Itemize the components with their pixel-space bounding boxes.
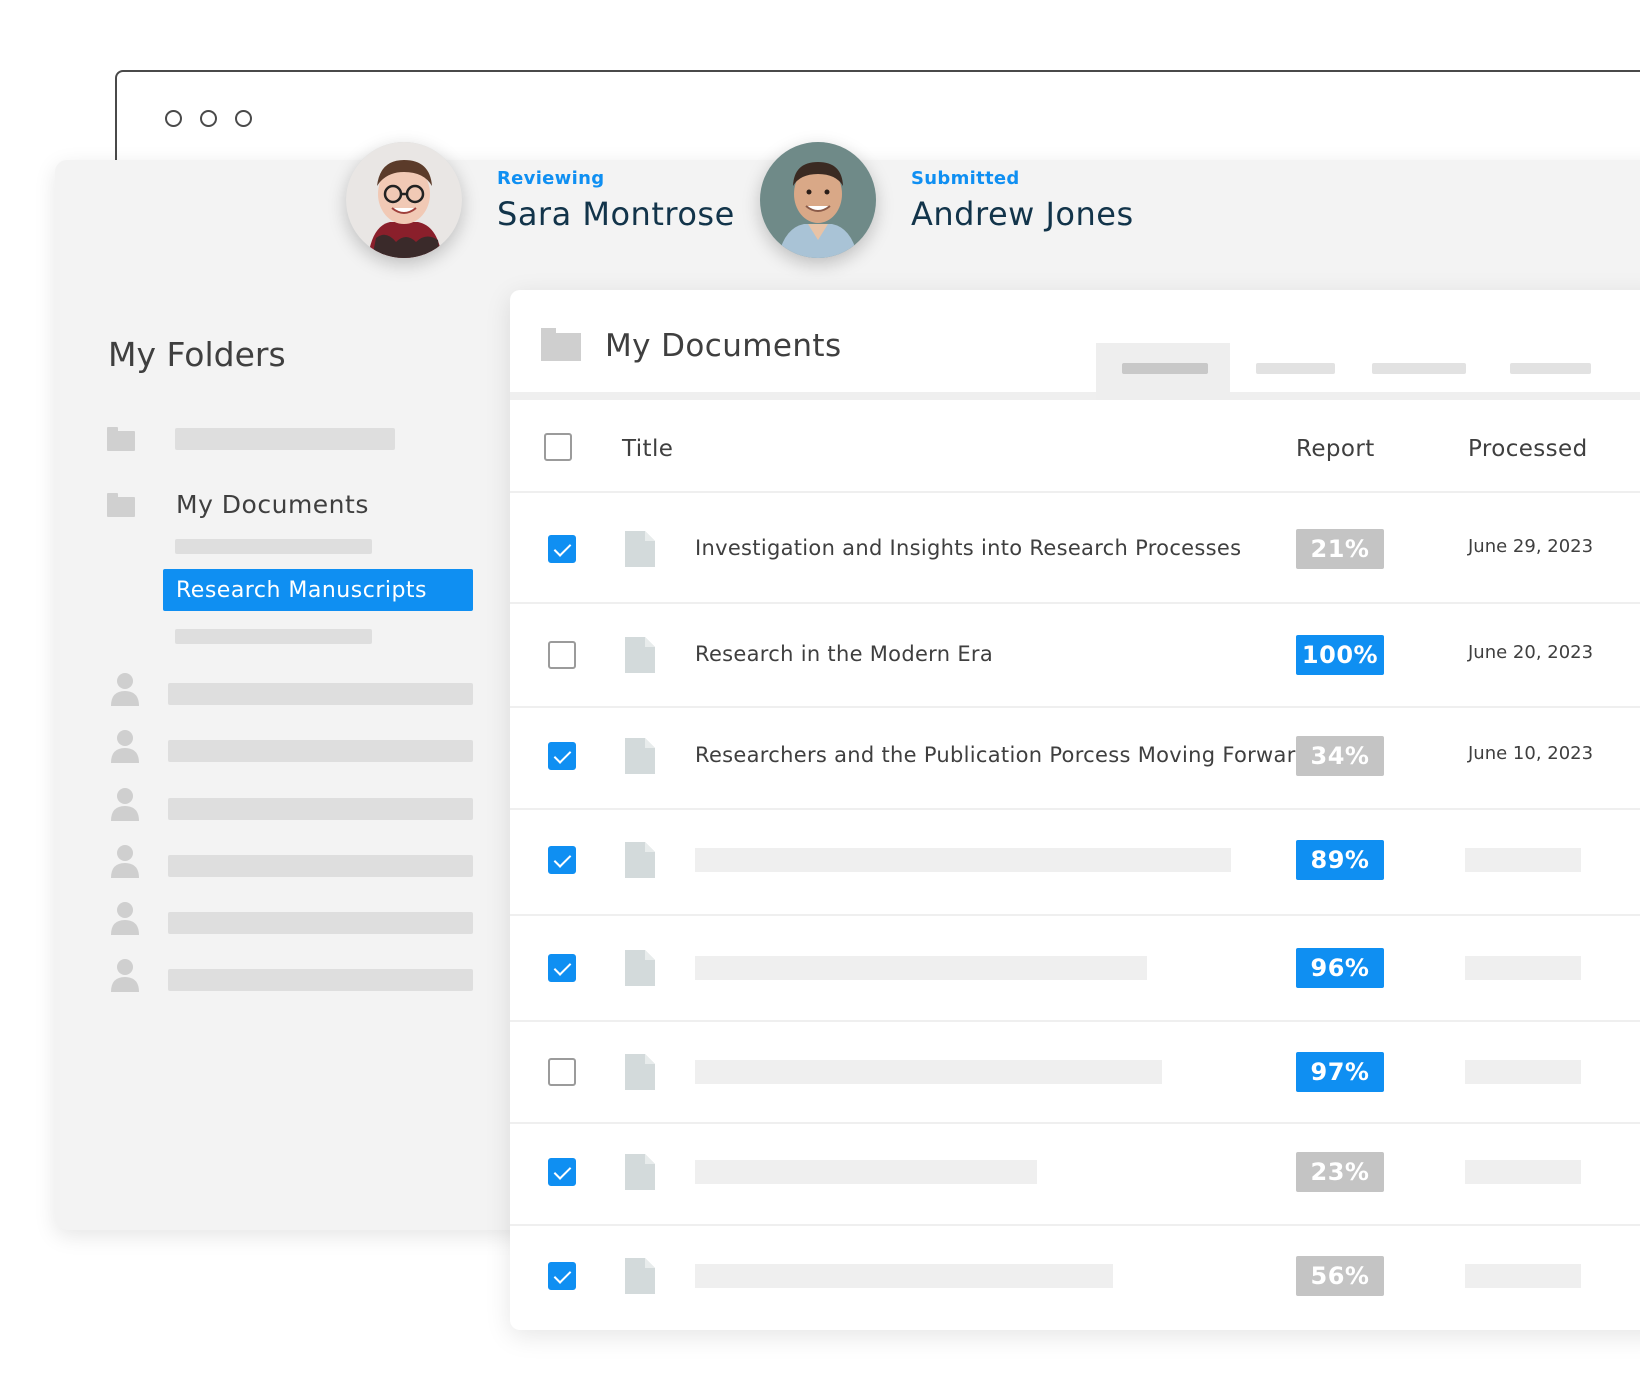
row-divider [510, 1122, 1640, 1124]
processed-date-placeholder [1465, 956, 1581, 980]
document-title-link[interactable]: Investigation and Insights into Research… [695, 536, 1241, 560]
user-icon [111, 730, 139, 763]
file-icon [625, 1054, 655, 1090]
sidebar-user-placeholder[interactable] [168, 855, 473, 877]
folder-icon [107, 493, 135, 517]
file-icon [625, 738, 655, 774]
reviewer-card: Submitted Andrew Jones [760, 142, 1134, 258]
tab-placeholder[interactable] [1510, 363, 1591, 374]
column-header-processed[interactable]: Processed [1468, 436, 1588, 462]
user-icon [111, 902, 139, 935]
sidebar-item-my-documents[interactable]: My Documents [176, 490, 369, 519]
sidebar-title: My Folders [108, 335, 286, 374]
report-score-badge[interactable]: 97% [1296, 1052, 1384, 1092]
reviewer-name: Andrew Jones [911, 194, 1134, 233]
processed-date-placeholder [1465, 848, 1581, 872]
row-checkbox[interactable] [548, 742, 576, 770]
row-divider [510, 602, 1640, 604]
report-score-badge[interactable]: 23% [1296, 1152, 1384, 1192]
sidebar-item-research-manuscripts[interactable]: Research Manuscripts [163, 569, 473, 611]
row-checkbox[interactable] [548, 641, 576, 669]
processed-date-placeholder [1465, 1264, 1581, 1288]
sidebar-user-placeholder[interactable] [168, 798, 473, 820]
avatar [760, 142, 876, 258]
document-title-placeholder[interactable] [695, 1160, 1037, 1184]
document-title-placeholder[interactable] [695, 1264, 1113, 1288]
window-dot-icon[interactable] [200, 110, 217, 127]
tab-label-placeholder [1122, 363, 1208, 374]
report-score-badge[interactable]: 34% [1296, 736, 1384, 776]
document-title-link[interactable]: Research in the Modern Era [695, 642, 993, 666]
file-icon [625, 531, 655, 567]
user-icon [111, 673, 139, 706]
column-header-report[interactable]: Report [1296, 436, 1375, 462]
window-controls [165, 110, 252, 127]
sidebar-user-placeholder[interactable] [168, 683, 473, 705]
user-icon [111, 959, 139, 992]
row-checkbox[interactable] [548, 1058, 576, 1086]
processed-date-placeholder [1465, 1060, 1581, 1084]
documents-title: My Documents [605, 328, 842, 364]
user-icon [111, 845, 139, 878]
report-score-badge[interactable]: 96% [1296, 948, 1384, 988]
user-icon [111, 788, 139, 821]
tab-strip [510, 392, 1640, 400]
processed-date-placeholder [1465, 1160, 1581, 1184]
file-icon [625, 950, 655, 986]
report-score-badge[interactable]: 100% [1296, 635, 1384, 675]
row-divider [510, 706, 1640, 708]
processed-date: June 10, 2023 [1468, 743, 1594, 764]
folder-icon [541, 328, 581, 361]
row-checkbox[interactable] [548, 1158, 576, 1186]
window-dot-icon[interactable] [235, 110, 252, 127]
file-icon [625, 1154, 655, 1190]
report-score-badge[interactable]: 56% [1296, 1256, 1384, 1296]
reviewer-name: Sara Montrose [497, 194, 735, 233]
sidebar-user-placeholder[interactable] [168, 969, 473, 991]
document-title-placeholder[interactable] [695, 848, 1231, 872]
sidebar-subitem-placeholder[interactable] [175, 539, 372, 554]
report-score-badge[interactable]: 21% [1296, 529, 1384, 569]
report-score-badge[interactable]: 89% [1296, 840, 1384, 880]
reviewer-card: Reviewing Sara Montrose [346, 142, 735, 258]
document-title-placeholder[interactable] [695, 956, 1147, 980]
avatar [346, 142, 462, 258]
row-checkbox[interactable] [548, 846, 576, 874]
tab-placeholder[interactable] [1256, 363, 1335, 374]
column-header-title[interactable]: Title [622, 436, 673, 462]
document-title-placeholder[interactable] [695, 1060, 1162, 1084]
row-divider [510, 914, 1640, 916]
window-dot-icon[interactable] [165, 110, 182, 127]
reviewer-status: Reviewing [497, 167, 605, 189]
document-title-link[interactable]: Researchers and the Publication Porcess … [695, 743, 1309, 767]
row-checkbox[interactable] [548, 1262, 576, 1290]
processed-date: June 29, 2023 [1468, 536, 1594, 557]
select-all-checkbox[interactable] [544, 433, 572, 461]
avatar-andrew-image [760, 142, 876, 258]
processed-date: June 20, 2023 [1468, 642, 1594, 663]
file-icon [625, 1258, 655, 1294]
row-checkbox[interactable] [548, 954, 576, 982]
sidebar-user-placeholder[interactable] [168, 740, 473, 762]
sidebar-user-placeholder[interactable] [168, 912, 473, 934]
reviewer-status: Submitted [911, 167, 1020, 189]
avatar-sara-image [346, 142, 462, 258]
sidebar-subitem-placeholder[interactable] [175, 629, 372, 644]
tab-placeholder[interactable] [1372, 363, 1466, 374]
row-checkbox[interactable] [548, 535, 576, 563]
folder-icon [107, 427, 135, 451]
row-divider [510, 491, 1640, 493]
row-divider [510, 1020, 1640, 1022]
row-divider [510, 1224, 1640, 1226]
file-icon [625, 637, 655, 673]
row-divider [510, 808, 1640, 810]
file-icon [625, 842, 655, 878]
app-stage: Reviewing Sara Montrose Submitted Andrew… [0, 0, 1640, 1400]
sidebar-item-placeholder[interactable] [175, 428, 395, 450]
